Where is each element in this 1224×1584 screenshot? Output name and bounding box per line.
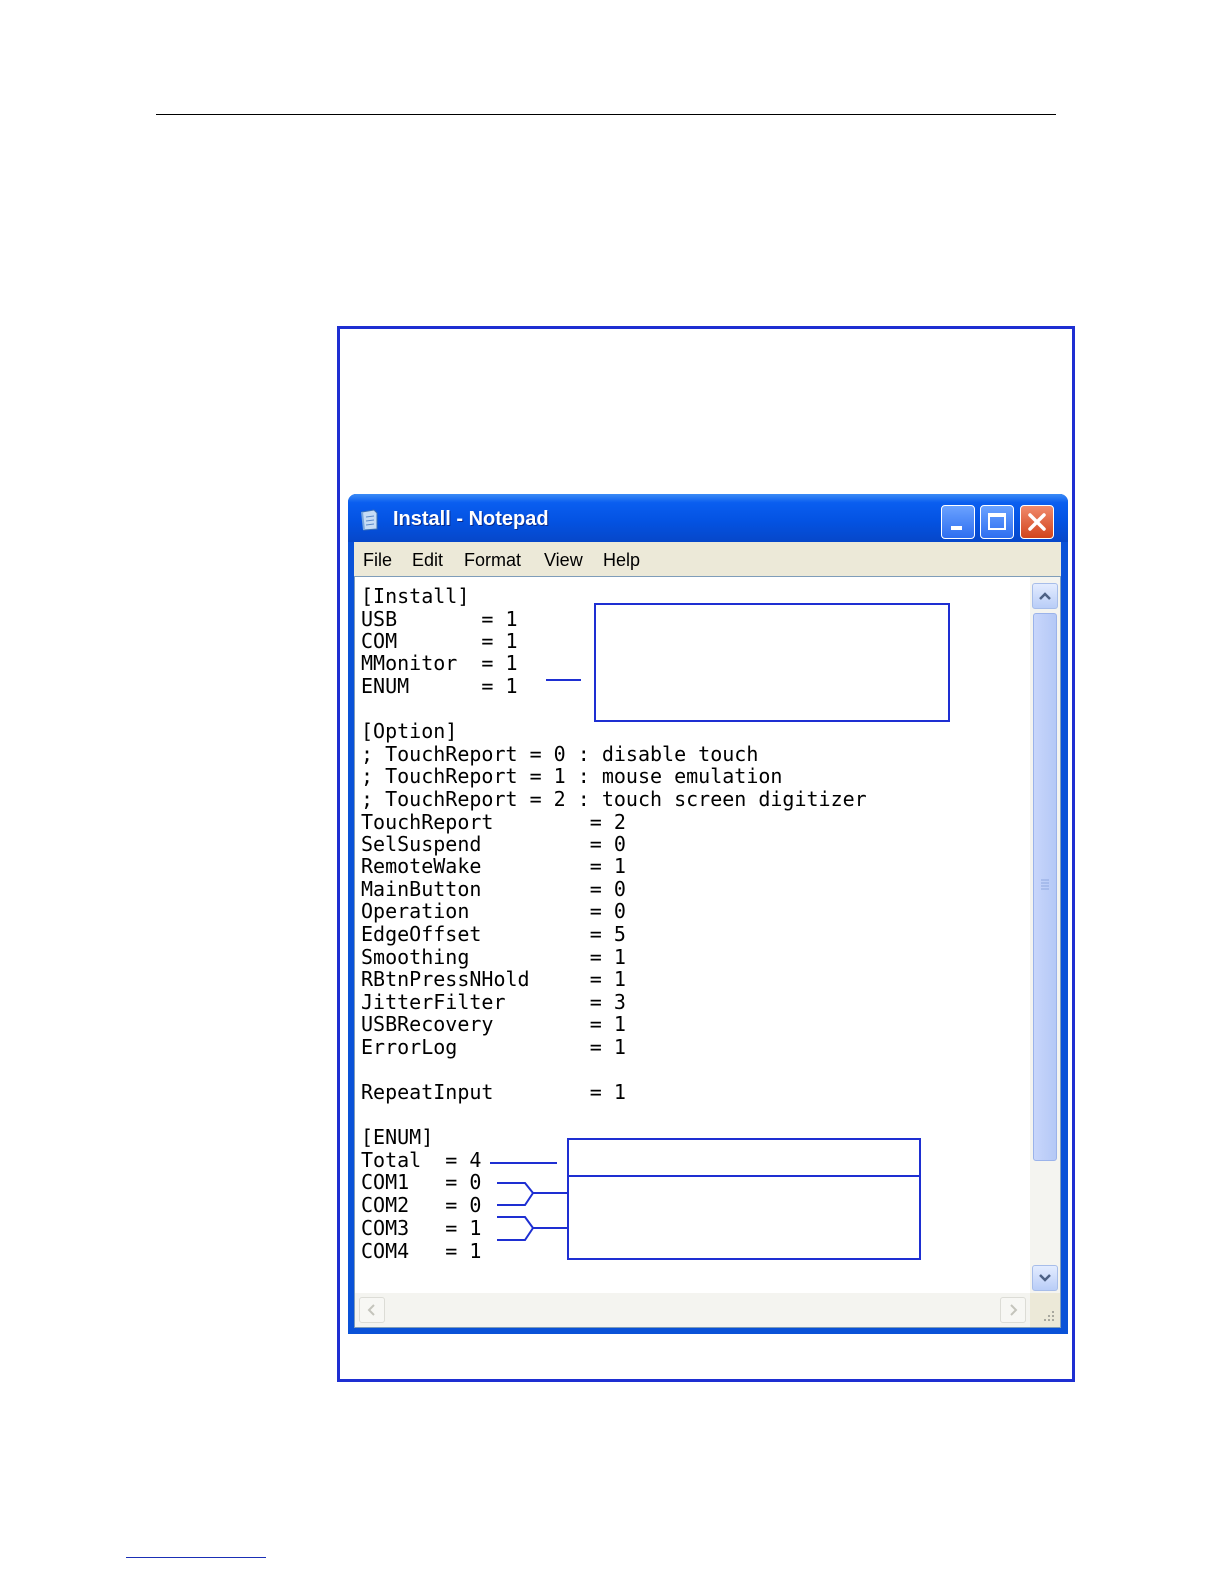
callout-connectors (490, 679, 581, 1241)
footer-rule (126, 1557, 266, 1558)
